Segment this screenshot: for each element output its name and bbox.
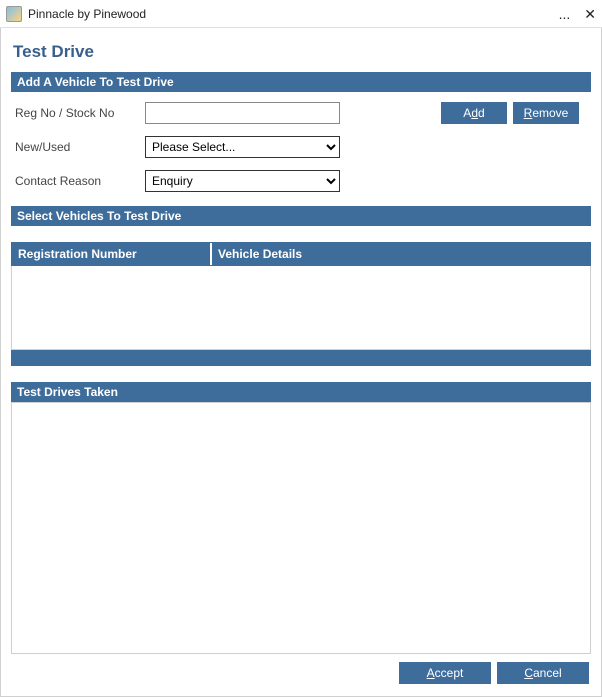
title-bar: Pinnacle by Pinewood ... ✕: [0, 0, 602, 28]
test-drives-taken-heading: Test Drives Taken: [11, 382, 591, 402]
add-button[interactable]: Add: [441, 102, 507, 124]
close-button[interactable]: ✕: [584, 7, 596, 21]
col-registration: Registration Number: [12, 243, 212, 265]
new-used-select[interactable]: Please Select...: [145, 136, 340, 158]
col-vehicle-details: Vehicle Details: [212, 243, 590, 265]
contact-reason-select[interactable]: Enquiry: [145, 170, 340, 192]
vehicle-table-header: Registration Number Vehicle Details: [11, 242, 591, 266]
test-drives-taken-body[interactable]: [11, 402, 591, 654]
accept-button[interactable]: Accept: [399, 662, 491, 684]
app-icon: [6, 6, 22, 22]
new-used-label: New/Used: [15, 140, 145, 154]
select-vehicles-heading: Select Vehicles To Test Drive: [11, 206, 591, 226]
remove-button[interactable]: Remove: [513, 102, 579, 124]
vehicle-table-footer-bar: [11, 350, 591, 366]
window-title: Pinnacle by Pinewood: [28, 7, 559, 21]
contact-reason-label: Contact Reason: [15, 174, 145, 188]
add-vehicle-form: Add Remove Reg No / Stock No New/Used Pl…: [11, 92, 591, 206]
more-button[interactable]: ...: [559, 7, 571, 21]
window-controls: ... ✕: [559, 7, 596, 21]
content-area: Test Drive Add A Vehicle To Test Drive A…: [0, 28, 602, 697]
reg-no-label: Reg No / Stock No: [15, 106, 145, 120]
vehicle-table-body[interactable]: [11, 266, 591, 350]
footer-actions: Accept Cancel: [11, 654, 591, 686]
reg-no-input[interactable]: [145, 102, 340, 124]
page-title: Test Drive: [11, 34, 591, 72]
cancel-button[interactable]: Cancel: [497, 662, 589, 684]
add-vehicle-heading: Add A Vehicle To Test Drive: [11, 72, 591, 92]
